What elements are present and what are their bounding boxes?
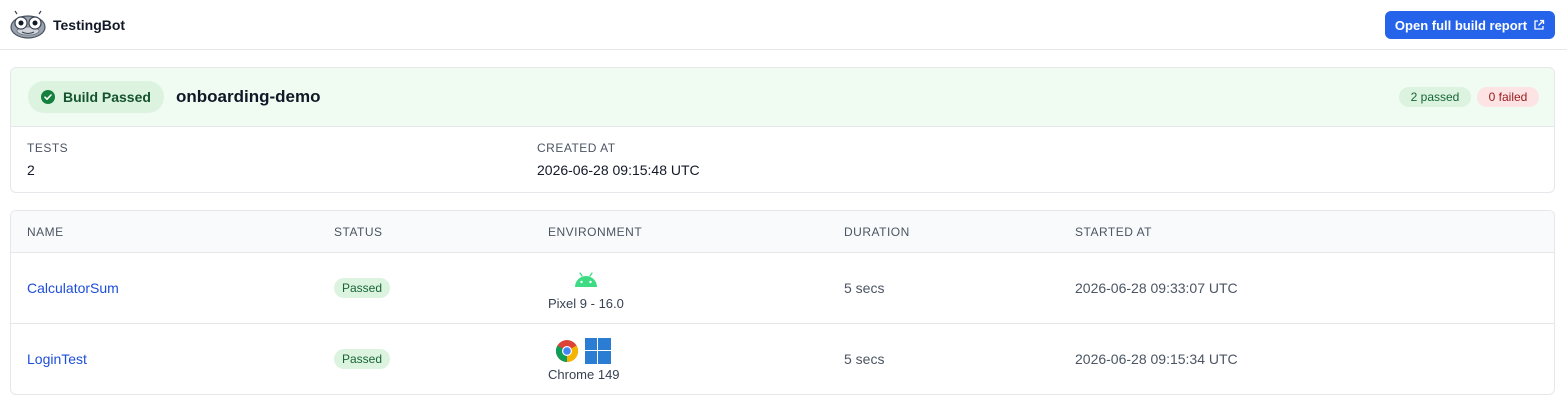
column-header-environment[interactable]: ENVIRONMENT: [548, 225, 642, 239]
table-header: NAME STATUS ENVIRONMENT DURATION STARTED…: [11, 211, 1554, 253]
test-status-badge: Passed: [334, 278, 391, 298]
check-circle-icon: [41, 90, 55, 104]
test-environment: Pixel 9 - 16.0: [548, 263, 668, 317]
robot-logo-icon: [10, 10, 46, 39]
tests-value: 2: [27, 162, 35, 178]
test-duration: 5 secs: [844, 280, 885, 296]
environment-label: Pixel 9 - 16.0: [548, 296, 624, 311]
build-name: onboarding-demo: [176, 87, 321, 106]
app-name: TestingBot: [53, 17, 126, 33]
column-header-duration[interactable]: DURATION: [844, 225, 910, 239]
environment-icons: [555, 334, 611, 368]
brand[interactable]: TestingBot: [10, 10, 125, 40]
build-status-badge: Build Passed: [28, 81, 164, 113]
table-row[interactable]: CalculatorSum Passed Pixel 9 - 16.0 5 se…: [11, 253, 1554, 324]
android-icon: [575, 272, 597, 287]
test-name-link[interactable]: LoginTest: [27, 351, 87, 367]
top-bar: TestingBot Open full build report: [0, 0, 1567, 50]
column-header-name[interactable]: NAME: [27, 225, 64, 239]
test-duration: 5 secs: [844, 351, 885, 367]
column-header-started-at[interactable]: STARTED AT: [1075, 225, 1152, 239]
build-summary-card: Build Passed onboarding-demo 2 passed 0 …: [10, 67, 1555, 193]
failed-count-badge: 0 failed: [1477, 87, 1539, 107]
test-started-at: 2026-06-28 09:15:34 UTC: [1075, 351, 1238, 367]
external-link-icon: [1534, 19, 1545, 30]
environment-icons: [574, 263, 598, 297]
build-status-label: Build Passed: [63, 89, 151, 105]
tests-label: TESTS: [27, 141, 69, 155]
open-full-build-report-button[interactable]: Open full build report: [1385, 11, 1555, 39]
chrome-icon: [555, 340, 579, 362]
build-summary-header: Build Passed onboarding-demo 2 passed 0 …: [11, 68, 1554, 127]
tests-table: NAME STATUS ENVIRONMENT DURATION STARTED…: [10, 210, 1555, 395]
test-status-badge: Passed: [334, 349, 391, 369]
environment-label: Chrome 149: [548, 367, 620, 382]
windows-icon: [585, 338, 611, 364]
column-header-status[interactable]: STATUS: [334, 225, 383, 239]
report-button-label: Open full build report: [1394, 17, 1528, 33]
table-row[interactable]: LoginTest Passed Chrome 149 5 secs 2026-…: [11, 324, 1554, 394]
test-environment: Chrome 149: [548, 334, 668, 388]
created-at-label: CREATED AT: [537, 141, 616, 155]
passed-count-badge: 2 passed: [1399, 87, 1471, 107]
created-at-value: 2026-06-28 09:15:48 UTC: [537, 162, 700, 178]
test-started-at: 2026-06-28 09:33:07 UTC: [1075, 280, 1238, 296]
test-name-link[interactable]: CalculatorSum: [27, 280, 119, 296]
